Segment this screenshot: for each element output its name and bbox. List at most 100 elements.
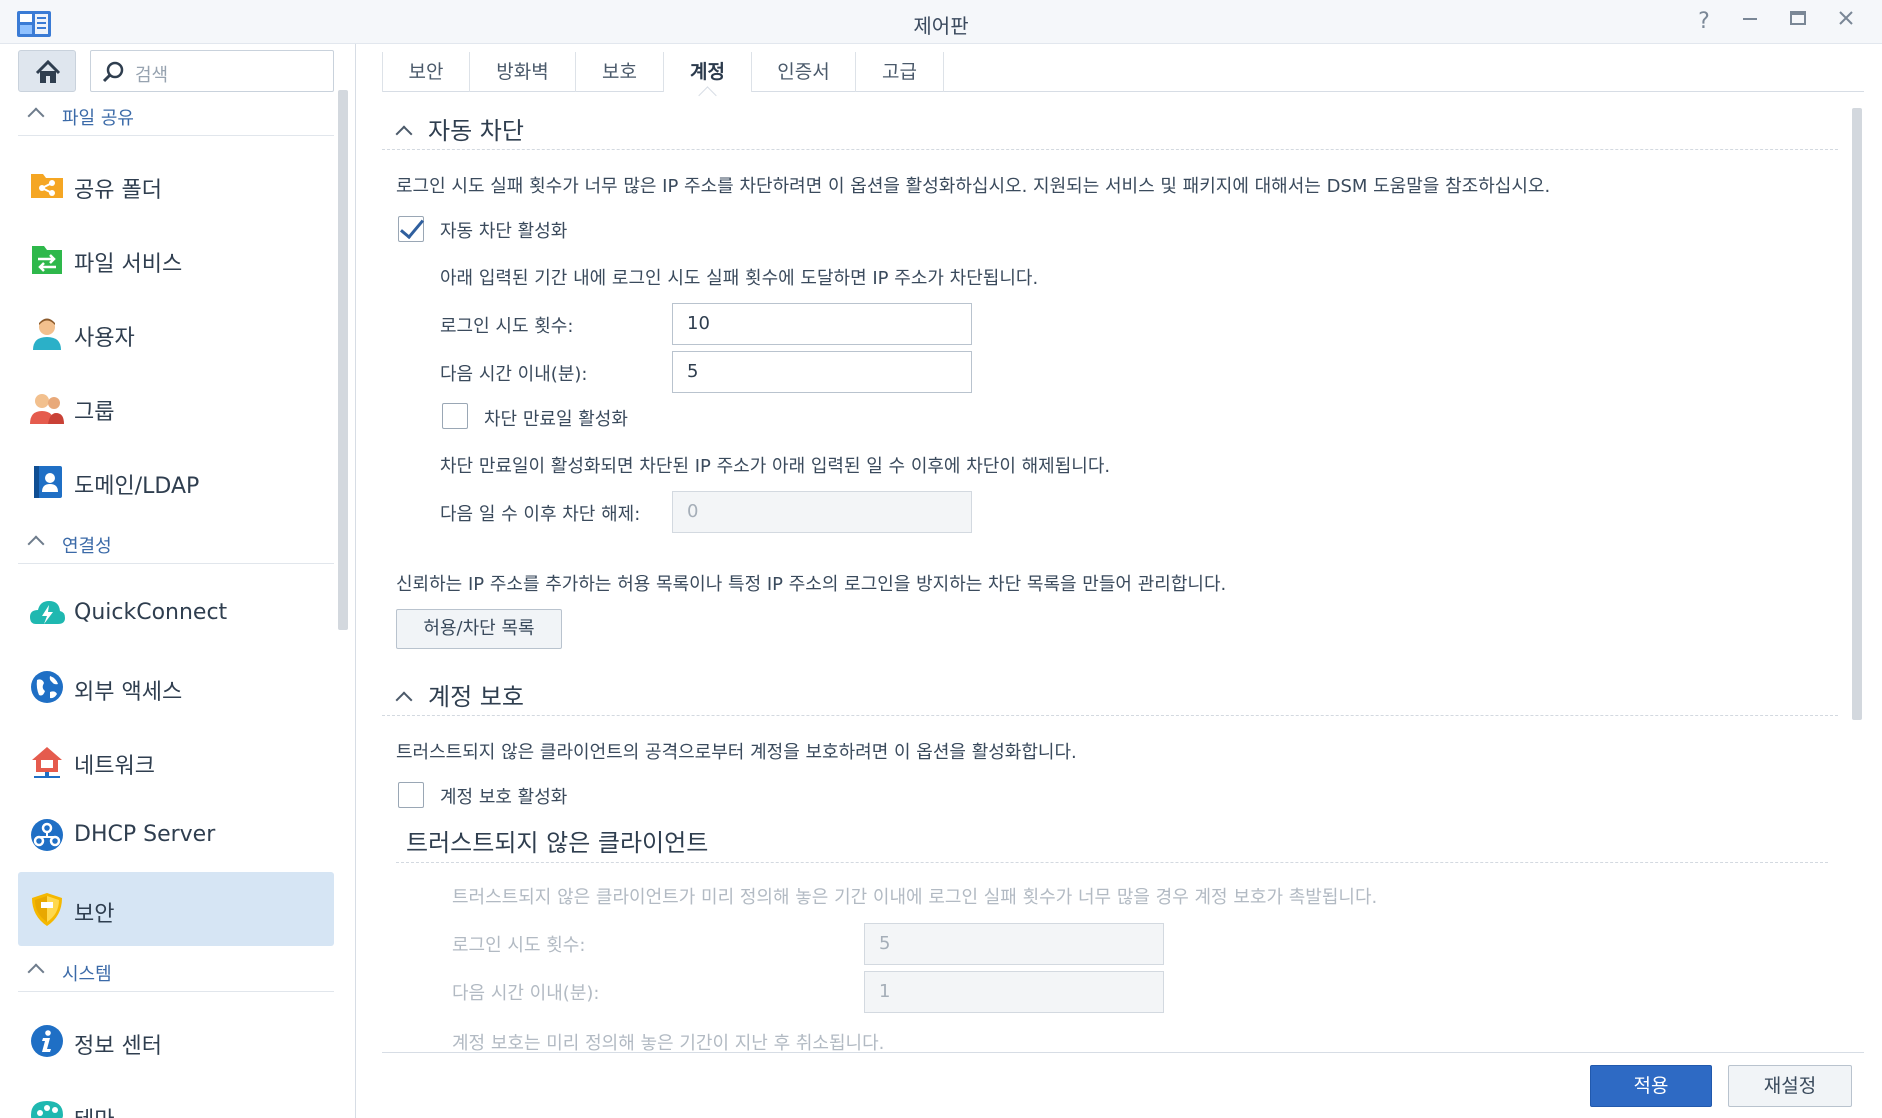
section-label: 연결성 [62,536,112,557]
security-shield-icon [32,893,62,926]
close-icon[interactable] [1832,8,1860,36]
sidebar-item-label: QuickConnect [74,600,228,625]
unblock-days-label: 다음 일 수 이후 차단 해제: [440,504,641,525]
divider [382,149,1838,150]
footer-bar: 적용 재설정 [382,1052,1864,1118]
expiry-enable-checkbox[interactable] [442,403,468,429]
sidebar-item-user[interactable]: 사용자 [18,296,334,370]
expiry-description: 차단 만료일이 활성화되면 차단된 IP 주소가 아래 입력된 일 수 이후에 … [440,456,1111,477]
tab-security[interactable]: 보안 [382,52,470,92]
home-button[interactable] [18,50,76,92]
chevron-up-icon [395,691,413,709]
search-input[interactable]: 검색 [90,50,334,92]
tab-firewall[interactable]: 방화벽 [470,52,576,92]
file-services-icon [32,246,62,274]
chevron-up-icon [27,963,45,981]
allowlist-description: 신뢰하는 IP 주소를 추가하는 허용 목록이나 특정 IP 주소의 로그인을 … [396,574,1227,595]
sidebar-item-theme[interactable]: 테마 [18,1078,334,1118]
content-scrollbar[interactable] [1852,108,1862,720]
allow-block-list-button[interactable]: 허용/차단 목록 [396,609,562,649]
search-placeholder: 검색 [135,65,169,86]
title-bar: 제어판 ? [0,0,1882,44]
sidebar-item-domain-ldap[interactable]: 도메인/LDAP [18,444,334,518]
auto-block-title: 자동 차단 [428,117,524,145]
apply-button[interactable]: 적용 [1590,1065,1712,1107]
account-protection-header[interactable]: 계정 보호 [395,677,524,712]
chevron-up-icon [395,125,413,143]
minimize-icon[interactable] [1736,8,1764,36]
untrusted-within-input[interactable]: 1 [864,971,1164,1013]
divider [382,715,1838,716]
section-connectivity[interactable]: 연결성 [18,524,334,564]
shared-folder-icon [31,174,63,198]
auto-block-enable-label[interactable]: 자동 차단 활성화 [440,217,567,243]
sidebar-scrollbar[interactable] [338,90,348,630]
divider [396,862,1828,863]
tab-advanced[interactable]: 고급 [856,52,944,92]
untrusted-within-label: 다음 시간 이내(분): [452,983,600,1004]
account-tab-content: 자동 차단 로그인 시도 실패 횟수가 너무 많은 IP 주소를 차단하려면 이… [382,93,1858,1051]
tab-protection[interactable]: 보호 [576,52,664,92]
sidebar-item-dhcp-server[interactable]: DHCP Server [18,798,334,872]
sidebar-item-external-access[interactable]: 외부 액세스 [18,650,334,724]
search-icon [102,61,124,83]
sidebar-item-label: 파일 서비스 [74,252,183,277]
sidebar-item-label: 정보 센터 [74,1034,162,1059]
sidebar-item-shared-folder[interactable]: 공유 폴더 [18,148,334,222]
group-icon [30,394,64,424]
sidebar-item-label: 보안 [74,902,115,927]
external-access-icon [31,671,63,703]
domain-ldap-icon [34,466,62,498]
untrusted-clients-title: 트러스트되지 않은 클라이언트 [406,829,709,857]
untrusted-clients-description: 트러스트되지 않은 클라이언트가 미리 정의해 놓은 기간 이내에 로그인 실패… [452,887,1378,908]
sidebar-item-label: 도메인/LDAP [74,474,200,499]
login-attempts-input[interactable]: 10 [672,303,972,345]
unblock-days-input[interactable]: 0 [672,491,972,533]
account-protection-enable-checkbox[interactable] [398,782,424,808]
auto-block-header[interactable]: 자동 차단 [395,111,524,146]
sidebar-item-security[interactable]: 보안 [18,872,334,946]
untrusted-cancel-text: 계정 보호는 미리 정의해 놓은 기간이 지난 후 취소됩니다. [452,1033,885,1051]
account-protection-enable-label[interactable]: 계정 보호 활성화 [440,783,567,809]
section-label: 파일 공유 [62,108,134,129]
sidebar-item-network[interactable]: 네트워크 [18,724,334,798]
tab-account[interactable]: 계정 [664,52,752,92]
account-protection-description: 트러스트되지 않은 클라이언트의 공격으로부터 계정을 보호하려면 이 옵션을 … [396,742,1077,763]
section-label: 시스템 [62,964,112,985]
tab-certificate[interactable]: 인증서 [752,52,856,92]
sidebar-item-label: 그룹 [74,400,115,425]
auto-block-rule-text: 아래 입력된 기간 내에 로그인 시도 실패 횟수에 도달하면 IP 주소가 차… [440,268,1039,289]
untrusted-attempts-input[interactable]: 5 [864,923,1164,965]
section-file-sharing[interactable]: 파일 공유 [18,96,334,136]
reset-button[interactable]: 재설정 [1728,1065,1852,1107]
sidebar-item-label: 테마 [74,1102,114,1118]
sidebar-item-label: 외부 액세스 [74,680,183,705]
section-system[interactable]: 시스템 [18,952,334,992]
account-protection-title: 계정 보호 [428,683,524,711]
theme-palette-icon [31,1101,63,1118]
chevron-up-icon [27,107,45,125]
sidebar-item-label: DHCP Server [74,822,216,847]
sidebar-item-label: 공유 폴더 [74,178,162,203]
window-title: 제어판 [913,14,969,38]
sidebar-item-label: 사용자 [74,326,135,351]
auto-block-description: 로그인 시도 실패 횟수가 너무 많은 IP 주소를 차단하려면 이 옵션을 활… [396,176,1551,197]
sidebar: 검색 파일 공유 공유 폴더 파일 서비스 사용자 그룹 도메인/LDAP 연결… [0,44,356,1118]
dhcp-server-icon [31,819,63,851]
sidebar-item-group[interactable]: 그룹 [18,370,334,444]
sidebar-item-file-services[interactable]: 파일 서비스 [18,222,334,296]
login-attempts-label: 로그인 시도 횟수: [440,316,574,337]
sidebar-item-label: 네트워크 [74,754,155,779]
sidebar-item-info-center[interactable]: 정보 센터 [18,1004,334,1078]
within-minutes-input[interactable]: 5 [672,351,972,393]
chevron-up-icon [27,535,45,553]
user-icon [33,318,61,350]
sidebar-item-quickconnect[interactable]: QuickConnect [18,576,334,650]
home-icon [35,59,61,83]
quickconnect-icon [30,601,65,624]
help-icon[interactable]: ? [1690,8,1718,36]
auto-block-enable-checkbox[interactable] [398,216,424,242]
maximize-icon[interactable] [1784,8,1812,36]
expiry-enable-label[interactable]: 차단 만료일 활성화 [484,405,628,431]
untrusted-attempts-label: 로그인 시도 횟수: [452,935,586,956]
